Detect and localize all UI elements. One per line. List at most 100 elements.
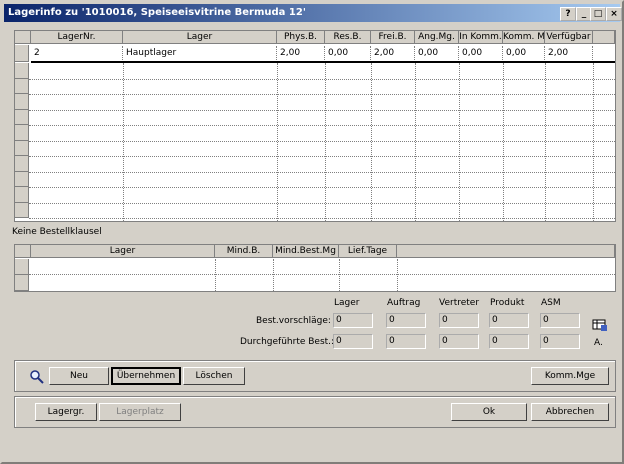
vorschlaege-auftrag-field: 0 <box>386 313 426 328</box>
col-line <box>339 259 340 291</box>
row-selector[interactable] <box>15 275 29 291</box>
ok-button[interactable]: Ok <box>451 403 527 421</box>
col-line <box>277 63 278 221</box>
row-line <box>29 78 615 80</box>
col-line <box>415 63 416 221</box>
vorschlaege-label: Best.vorschläge: <box>256 316 331 326</box>
durchgefuehrt-lager-field: 0 <box>333 334 373 349</box>
row-selector[interactable] <box>15 78 29 94</box>
col-header-lagernr[interactable]: LagerNr. <box>31 31 123 44</box>
vorschlaege-produkt-field: 0 <box>489 313 529 328</box>
lagerplatz-button: Lagerplatz <box>99 403 181 421</box>
neu-button[interactable]: Neu <box>49 367 109 385</box>
col-line <box>593 63 594 221</box>
row-line <box>29 274 615 275</box>
row-line <box>29 202 615 204</box>
lagergr-button[interactable]: Lagergr. <box>35 403 97 421</box>
col-line <box>325 63 326 221</box>
col-header-resb[interactable]: Res.B. <box>325 31 371 44</box>
row-line <box>29 140 615 142</box>
close-button[interactable]: × <box>606 7 622 21</box>
col-line <box>397 259 398 291</box>
durchgefuehrt-vertreter-field: 0 <box>439 334 479 349</box>
row-line <box>29 156 615 157</box>
row-selector[interactable] <box>15 259 29 275</box>
row-selector[interactable] <box>15 94 29 110</box>
durchgefuehrt-label: Durchgeführte Best.: <box>240 337 335 347</box>
row-line <box>29 218 615 219</box>
cell-verfuegbar[interactable]: 2,00 <box>545 46 593 60</box>
header-vertreter: Vertreter <box>439 298 480 308</box>
mindestbestand-grid[interactable]: Lager Mind.B. Mind.Best.Mg Lief.Tage <box>14 244 616 292</box>
lagerinfo-dialog: Lagerinfo zu '1010016, Speiseeisvitrine … <box>0 0 624 464</box>
row-line <box>29 171 615 173</box>
cell-angmg[interactable]: 0,00 <box>415 46 459 60</box>
maximize-button[interactable]: □ <box>590 7 606 21</box>
cell-physb[interactable]: 2,00 <box>277 46 325 60</box>
row-selector[interactable] <box>15 187 29 203</box>
cell-freib[interactable]: 2,00 <box>371 46 415 60</box>
col-line <box>215 259 216 291</box>
search-icon[interactable] <box>29 369 45 385</box>
col-line <box>273 259 274 291</box>
grid-corner <box>15 245 31 258</box>
col-header-lieftage[interactable]: Lief.Tage <box>339 245 397 258</box>
header-asm: ASM <box>541 298 561 308</box>
row-selector[interactable] <box>15 171 29 187</box>
komm-mge-button[interactable]: Komm.Mge <box>531 367 609 385</box>
uebernehmen-button[interactable]: Übernehmen <box>111 367 181 385</box>
header-auftrag: Auftrag <box>387 298 421 308</box>
a-label: A. <box>594 338 603 348</box>
col-line <box>123 63 124 221</box>
row-selector[interactable] <box>15 45 29 62</box>
col-header-filler <box>397 245 615 258</box>
col-line <box>459 63 460 221</box>
col-header-mindbestmg[interactable]: Mind.Best.Mg <box>273 245 339 258</box>
row-line <box>29 109 615 111</box>
col-header-verfuegbar[interactable]: Verfügbar <box>545 31 593 44</box>
help-button[interactable]: ? <box>560 7 576 21</box>
bestellklausel-label: Keine Bestellklausel <box>12 227 102 237</box>
grid-corner <box>15 31 31 44</box>
col-header-kommm[interactable]: Komm. M <box>503 31 545 44</box>
col-header-inkomm[interactable]: In Komm. <box>459 31 503 44</box>
loeschen-button[interactable]: Löschen <box>183 367 245 385</box>
col-header-physb[interactable]: Phys.B. <box>277 31 325 44</box>
durchgefuehrt-produkt-field: 0 <box>489 334 529 349</box>
table-icon[interactable] <box>592 318 608 332</box>
row-selector[interactable] <box>15 109 29 125</box>
col-line <box>371 63 372 221</box>
row-selector[interactable] <box>15 156 29 172</box>
col-header-mindb[interactable]: Mind.B. <box>215 245 273 258</box>
col-header-angmg[interactable]: Ang.Mg. <box>415 31 459 44</box>
window-title: Lagerinfo zu '1010016, Speiseeisvitrine … <box>8 7 306 18</box>
cell-lagernr[interactable]: 2 <box>31 46 123 60</box>
header-lager: Lager <box>334 298 360 308</box>
vorschlaege-lager-field: 0 <box>333 313 373 328</box>
vorschlaege-vertreter-field: 0 <box>439 313 479 328</box>
lager-grid[interactable]: LagerNr. Lager Phys.B. Res.B. Frei.B. An… <box>14 30 616 222</box>
row-selector[interactable] <box>15 140 29 156</box>
cell-kommm[interactable]: 0,00 <box>503 46 545 60</box>
row-line <box>29 94 615 95</box>
row-selector[interactable] <box>15 202 29 218</box>
col-header-lager[interactable]: Lager <box>31 245 215 258</box>
col-header-lager[interactable]: Lager <box>123 31 277 44</box>
col-header-filler <box>593 31 615 44</box>
abbrechen-button[interactable]: Abbrechen <box>531 403 609 421</box>
durchgefuehrt-asm-field: 0 <box>540 334 580 349</box>
col-header-freib[interactable]: Frei.B. <box>371 31 415 44</box>
durchgefuehrt-auftrag-field: 0 <box>386 334 426 349</box>
row-separator <box>31 61 615 63</box>
footer-group: Lagergr. Lagerplatz Ok Abbrechen <box>14 396 616 428</box>
row-selector[interactable] <box>15 63 29 79</box>
vorschlaege-asm-field: 0 <box>540 313 580 328</box>
col-line <box>503 63 504 221</box>
cell-inkomm[interactable]: 0,00 <box>459 46 503 60</box>
header-produkt: Produkt <box>490 298 525 308</box>
title-bar: Lagerinfo zu '1010016, Speiseeisvitrine … <box>4 4 622 22</box>
cell-resb[interactable]: 0,00 <box>325 46 371 60</box>
col-line <box>545 63 546 221</box>
row-selector[interactable] <box>15 125 29 141</box>
cell-lager[interactable]: Hauptlager <box>123 46 277 60</box>
